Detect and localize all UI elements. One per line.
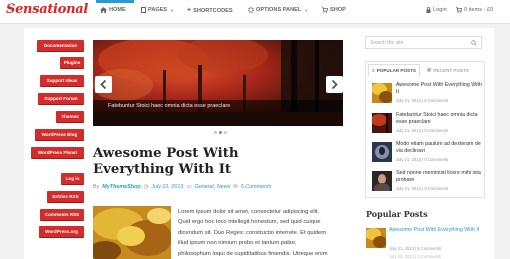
login-label: Login bbox=[433, 7, 447, 13]
post-thumbnail[interactable] bbox=[366, 228, 386, 248]
lock-icon bbox=[426, 7, 431, 13]
chevron-down-icon: ▼ bbox=[304, 7, 309, 13]
sidebar-button-wordpress-org[interactable]: WordPress.org bbox=[39, 226, 84, 237]
sidebar-button-plugins[interactable]: Plugins bbox=[60, 57, 84, 68]
sidebar-button-wordpress-planet[interactable]: WordPress Planet bbox=[31, 147, 84, 158]
list-item-title: Awesome Post With Everything With It bbox=[396, 82, 482, 95]
featured-slider[interactable]: Fatebuntur Stoici haec omnia dicta esse … bbox=[93, 40, 343, 126]
slide-image bbox=[93, 40, 343, 126]
post-categories[interactable]: General, News bbox=[195, 184, 231, 190]
post-thumbnail-image bbox=[93, 206, 171, 259]
nav-home-label: HOME bbox=[109, 7, 126, 13]
slider-dot-active[interactable] bbox=[219, 131, 222, 134]
login-link[interactable]: Login bbox=[426, 7, 447, 13]
folder-icon: ▭ bbox=[186, 184, 192, 190]
sidebar-button-comments-rss[interactable]: Comments RSS bbox=[40, 209, 84, 220]
tab-popular-posts[interactable]: ≡ POPULAR POSTS bbox=[368, 64, 420, 76]
post-comments-link[interactable]: 5 Comments bbox=[241, 184, 272, 190]
post-thumbnail[interactable] bbox=[93, 206, 171, 259]
sidebar-button-themes[interactable]: Themes bbox=[56, 111, 84, 122]
site-logo[interactable]: Sensational bbox=[6, 2, 88, 17]
list-item[interactable]: Modo etiam paulum ad dexteram de via dec… bbox=[372, 141, 484, 162]
list-item-title: Sed nonne merninisti licere mihi ista pr… bbox=[396, 170, 481, 183]
post-author-prefix: By bbox=[93, 184, 100, 190]
slider-prev-button[interactable] bbox=[95, 76, 112, 93]
tab-recent-label: RECENT POSTS bbox=[433, 67, 469, 73]
list-item[interactable]: Fatebuntur Stoici haec omnia dicta esse … bbox=[372, 112, 484, 133]
gear-icon bbox=[248, 7, 254, 13]
post-excerpt: Lorem ipsum dolor sit amet, consectetur … bbox=[178, 209, 328, 257]
pages-icon bbox=[141, 7, 146, 13]
cart-icon bbox=[322, 7, 328, 13]
list-item[interactable]: Sed nonne merninisti licere mihi ista pr… bbox=[372, 170, 484, 191]
post-thumbnail bbox=[372, 142, 392, 162]
sidebar-button-support-forum[interactable]: Support Forum bbox=[38, 93, 84, 104]
nav-options-panel[interactable]: OPTIONS PANEL ▼ bbox=[248, 7, 308, 13]
cart-icon bbox=[456, 7, 462, 13]
nav-pages[interactable]: PAGES ▼ bbox=[141, 7, 174, 13]
popular-post-date: July 20, 2013 | 0 Comments bbox=[389, 254, 442, 259]
tab-recent-posts[interactable]: ▦ RECENT POSTS bbox=[424, 64, 472, 76]
slider-dot[interactable] bbox=[214, 131, 217, 134]
home-icon bbox=[100, 7, 107, 13]
popular-post-link[interactable]: Awesome Post With Everything With It bbox=[389, 227, 489, 234]
slide-caption: Fatebuntur Stoici haec omnia dicta esse … bbox=[93, 100, 343, 112]
popular-posts-heading: Popular Posts bbox=[366, 209, 428, 219]
nav-shop-label: SHOP bbox=[330, 7, 346, 13]
list-item-date: July 21, 2013 | 0 Comments bbox=[396, 128, 449, 133]
top-navigation-bar: Sensational HOME PAGES ▼ + SHORTCODES OP… bbox=[0, 0, 510, 24]
post-thumbnail bbox=[372, 113, 392, 133]
search-input[interactable]: Search the site bbox=[365, 36, 482, 49]
sidebar-button-wordpress-blog[interactable]: WordPress Blog bbox=[35, 129, 84, 140]
slider-dot[interactable] bbox=[224, 131, 227, 134]
cart-label: 0 items - £0 bbox=[464, 7, 494, 13]
post-thumbnail bbox=[372, 83, 392, 103]
cart-link[interactable]: 0 items - £0 bbox=[456, 7, 493, 13]
active-nav-indicator bbox=[96, 0, 134, 3]
list-item-title: Fatebuntur Stoici haec omnia dicta esse … bbox=[396, 112, 478, 125]
plus-icon: + bbox=[187, 7, 192, 14]
comment-icon: ✉ bbox=[233, 184, 238, 190]
calendar-icon: ▦ bbox=[427, 67, 432, 72]
post-title[interactable]: Awesome Post With Everything With It bbox=[93, 146, 293, 178]
nav-options-label: OPTIONS PANEL bbox=[256, 7, 302, 13]
list-item-date: July 21, 2013 | 0 Comments bbox=[396, 186, 449, 191]
chevron-left-icon bbox=[100, 80, 107, 89]
slider-pagination bbox=[214, 131, 227, 134]
search-placeholder: Search the site bbox=[370, 39, 404, 46]
nav-shortcodes-label: SHORTCODES bbox=[193, 7, 233, 14]
list-item[interactable]: Awesome Post With Everything With It Jul… bbox=[372, 82, 484, 103]
post-thumbnail bbox=[372, 171, 392, 191]
list-item-date: July 21, 2013 | 0 Comments bbox=[396, 157, 449, 162]
sidebar-button-log-in[interactable]: Log in bbox=[61, 173, 84, 184]
sidebar-button-entries-rss[interactable]: Entries RSS bbox=[47, 191, 84, 202]
clock-icon: ◷ bbox=[143, 184, 149, 190]
slider-next-button[interactable] bbox=[326, 76, 343, 93]
nav-pages-label: PAGES bbox=[148, 7, 168, 13]
chevron-down-icon: ▼ bbox=[170, 7, 175, 13]
chevron-right-icon bbox=[331, 80, 338, 89]
search-icon[interactable] bbox=[471, 40, 477, 46]
sidebar-button-support-ideas[interactable]: Support Ideas bbox=[40, 75, 84, 86]
sidebar-button-documentation[interactable]: Documentation bbox=[37, 40, 84, 51]
tab-popular-label: POPULAR POSTS bbox=[376, 68, 416, 73]
nav-shop[interactable]: SHOP bbox=[322, 7, 346, 13]
nav-shortcodes[interactable]: + SHORTCODES bbox=[187, 7, 233, 14]
nav-home[interactable]: HOME bbox=[100, 7, 126, 13]
popular-post-date: July 21, 2013 | 5 Comments bbox=[389, 246, 442, 251]
post-date: July 21, 2013 bbox=[151, 184, 184, 190]
post-author-link[interactable]: MyThemeShop bbox=[102, 184, 140, 190]
list-icon: ≡ bbox=[372, 68, 375, 73]
list-item-date: July 21, 2013 | 5 Comments bbox=[396, 98, 449, 103]
post-meta: By MyThemeShop ◷ July 21, 2013 ▭ General… bbox=[93, 184, 271, 190]
posts-tabs-widget: ≡ POPULAR POSTS ▦ RECENT POSTS Awesome P… bbox=[365, 61, 485, 198]
list-item-title: Modo etiam paulum ad dexteram de via dec… bbox=[396, 141, 481, 154]
